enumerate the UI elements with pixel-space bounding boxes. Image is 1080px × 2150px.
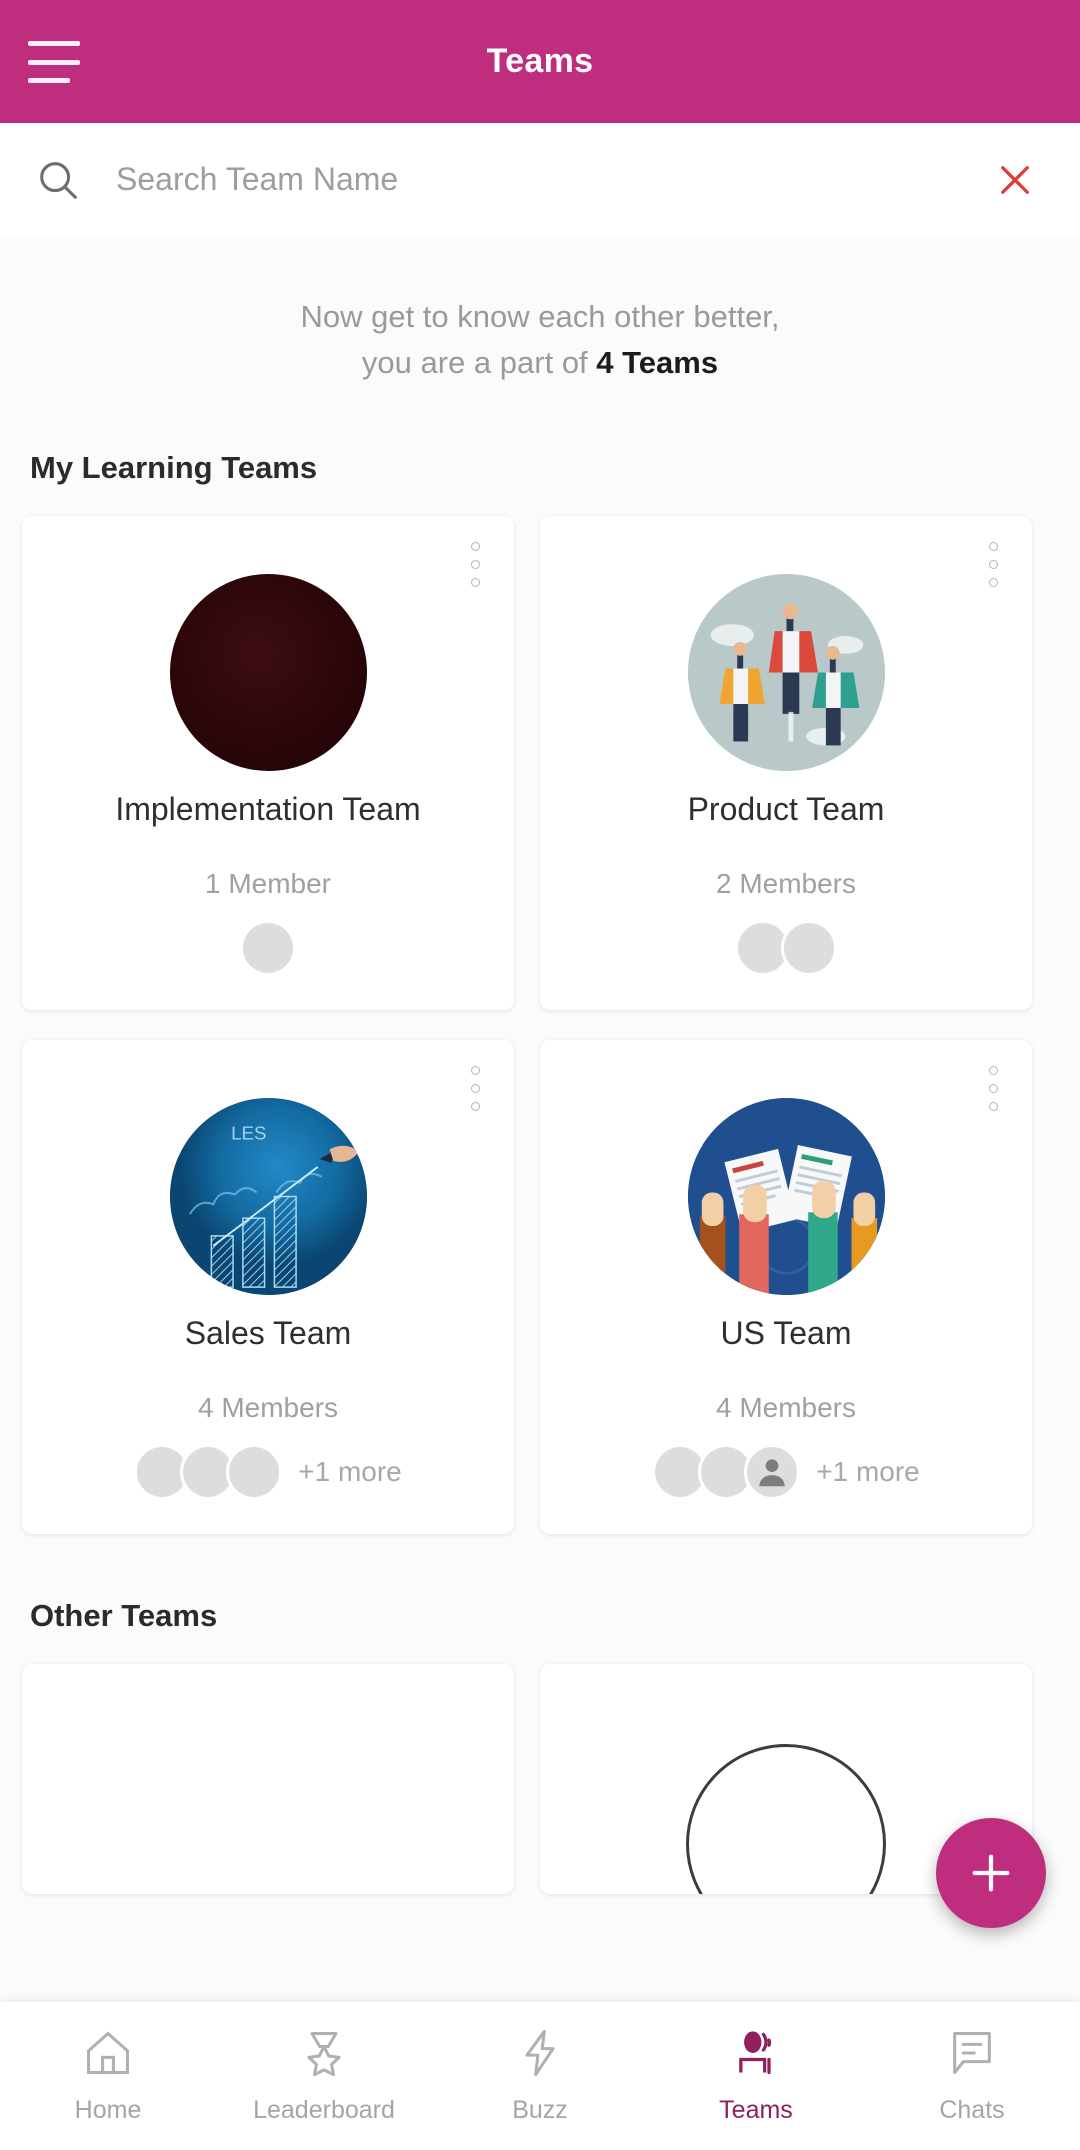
lightning-bolt-icon xyxy=(514,2027,566,2084)
avatar[interactable] xyxy=(240,920,296,976)
flying-superhero-businessmen-image xyxy=(687,574,885,771)
kebab-dot xyxy=(989,1066,998,1075)
sales-bar-chart-image: LES xyxy=(169,1098,367,1295)
hamburger-bar xyxy=(28,41,80,46)
svg-text:LES: LES xyxy=(231,1122,266,1143)
more-members-label: +1 more xyxy=(816,1456,920,1487)
kebab-dot xyxy=(471,560,480,569)
member-count: 2 Members xyxy=(715,868,857,899)
search-input[interactable] xyxy=(116,161,992,198)
kebab-dot xyxy=(471,1102,480,1111)
app-bar: Teams xyxy=(0,0,1080,123)
team-count: 4 Teams xyxy=(596,345,719,380)
card-overflow-menu-icon[interactable] xyxy=(471,1066,480,1111)
intro-line-2: you are a part of 4 Teams xyxy=(0,340,1080,386)
add-team-button[interactable] xyxy=(936,1818,1046,1928)
hamburger-menu-icon[interactable] xyxy=(28,36,80,88)
hamburger-bar xyxy=(28,78,70,83)
default-person-avatar[interactable] xyxy=(744,1444,801,1500)
kebab-dot xyxy=(989,542,998,551)
kebab-dot xyxy=(989,560,998,569)
scroll-body[interactable]: Now get to know each other better, you a… xyxy=(0,236,1080,2002)
team-name: US Team xyxy=(720,1315,852,1351)
kebab-dot xyxy=(989,1102,998,1111)
other-teams-grid xyxy=(0,1664,1080,1894)
more-members-label: +1 more xyxy=(298,1456,402,1487)
card-overflow-menu-icon[interactable] xyxy=(989,542,998,587)
card-overflow-menu-icon[interactable] xyxy=(989,1066,998,1111)
nav-label: Teams xyxy=(719,2096,793,2124)
nav-label: Buzz xyxy=(512,2096,568,2124)
nav-label: Leaderboard xyxy=(253,2096,395,2124)
search-icon[interactable] xyxy=(32,154,84,206)
member-avatar-row xyxy=(735,920,837,976)
bottom-navigation: Home Leaderboard Buzz Teams Chats xyxy=(0,2002,1080,2150)
medal-icon xyxy=(298,2027,350,2084)
intro-line-1: Now get to know each other better, xyxy=(300,299,780,334)
dark-maroon-circle-image xyxy=(169,574,367,771)
kebab-dot xyxy=(471,1066,480,1075)
intro-line-2-prefix: you are a part of xyxy=(361,345,597,380)
page-title: Teams xyxy=(486,42,594,80)
kebab-dot xyxy=(471,542,480,551)
kebab-dot xyxy=(989,1084,998,1093)
member-count: 4 Members xyxy=(197,1392,339,1423)
team-card-implementation-team[interactable]: Implementation Team 1 Member xyxy=(22,516,514,1010)
nav-item-chats[interactable]: Chats xyxy=(864,2027,1080,2125)
team-name: Product Team xyxy=(687,791,885,827)
my-teams-grid: Implementation Team 1 Member Product Tea… xyxy=(0,516,1080,1534)
home-icon xyxy=(82,2027,134,2084)
kebab-dot xyxy=(471,578,480,587)
team-image-placeholder xyxy=(686,1744,886,1894)
team-card-us-team[interactable]: US Team 4 Members +1 more xyxy=(540,1040,1032,1534)
team-card-product-team[interactable]: Product Team 2 Members xyxy=(540,516,1032,1010)
team-name: Implementation Team xyxy=(115,791,421,827)
section-title-other-teams: Other Teams xyxy=(30,1598,218,1633)
nav-label: Home xyxy=(74,2096,142,2124)
people-icon xyxy=(730,2027,782,2084)
card-overflow-menu-icon[interactable] xyxy=(471,542,480,587)
nav-item-leaderboard[interactable]: Leaderboard xyxy=(216,2027,432,2125)
member-avatar-row xyxy=(240,920,296,976)
member-avatar-row: +1 more xyxy=(652,1444,920,1500)
member-count: 1 Member xyxy=(204,868,332,899)
other-team-card[interactable] xyxy=(22,1664,514,1894)
nav-item-buzz[interactable]: Buzz xyxy=(432,2027,648,2125)
avatar[interactable] xyxy=(781,920,837,976)
search-bar xyxy=(0,123,1080,236)
close-icon[interactable] xyxy=(992,157,1038,203)
kebab-dot xyxy=(471,1084,480,1093)
team-card-sales-team[interactable]: LES Sales Team 4 Members +1 more xyxy=(22,1040,514,1534)
kebab-dot xyxy=(989,578,998,587)
nav-item-teams[interactable]: Teams xyxy=(648,2027,864,2125)
hamburger-bar xyxy=(28,59,80,65)
avatar[interactable] xyxy=(226,1444,283,1500)
section-title-my-learning-teams: My Learning Teams xyxy=(30,450,318,485)
nav-item-home[interactable]: Home xyxy=(0,2027,216,2125)
member-count: 4 Members xyxy=(715,1392,857,1423)
app-root: Teams Now get to know each other better,… xyxy=(0,0,1080,2150)
chat-bubble-icon xyxy=(946,2027,998,2084)
team-name: Sales Team xyxy=(184,1315,352,1351)
hands-holding-documents-image xyxy=(687,1098,885,1295)
nav-label: Chats xyxy=(939,2096,1005,2124)
intro-text: Now get to know each other better, you a… xyxy=(0,294,1080,386)
member-avatar-row: +1 more xyxy=(134,1444,402,1500)
